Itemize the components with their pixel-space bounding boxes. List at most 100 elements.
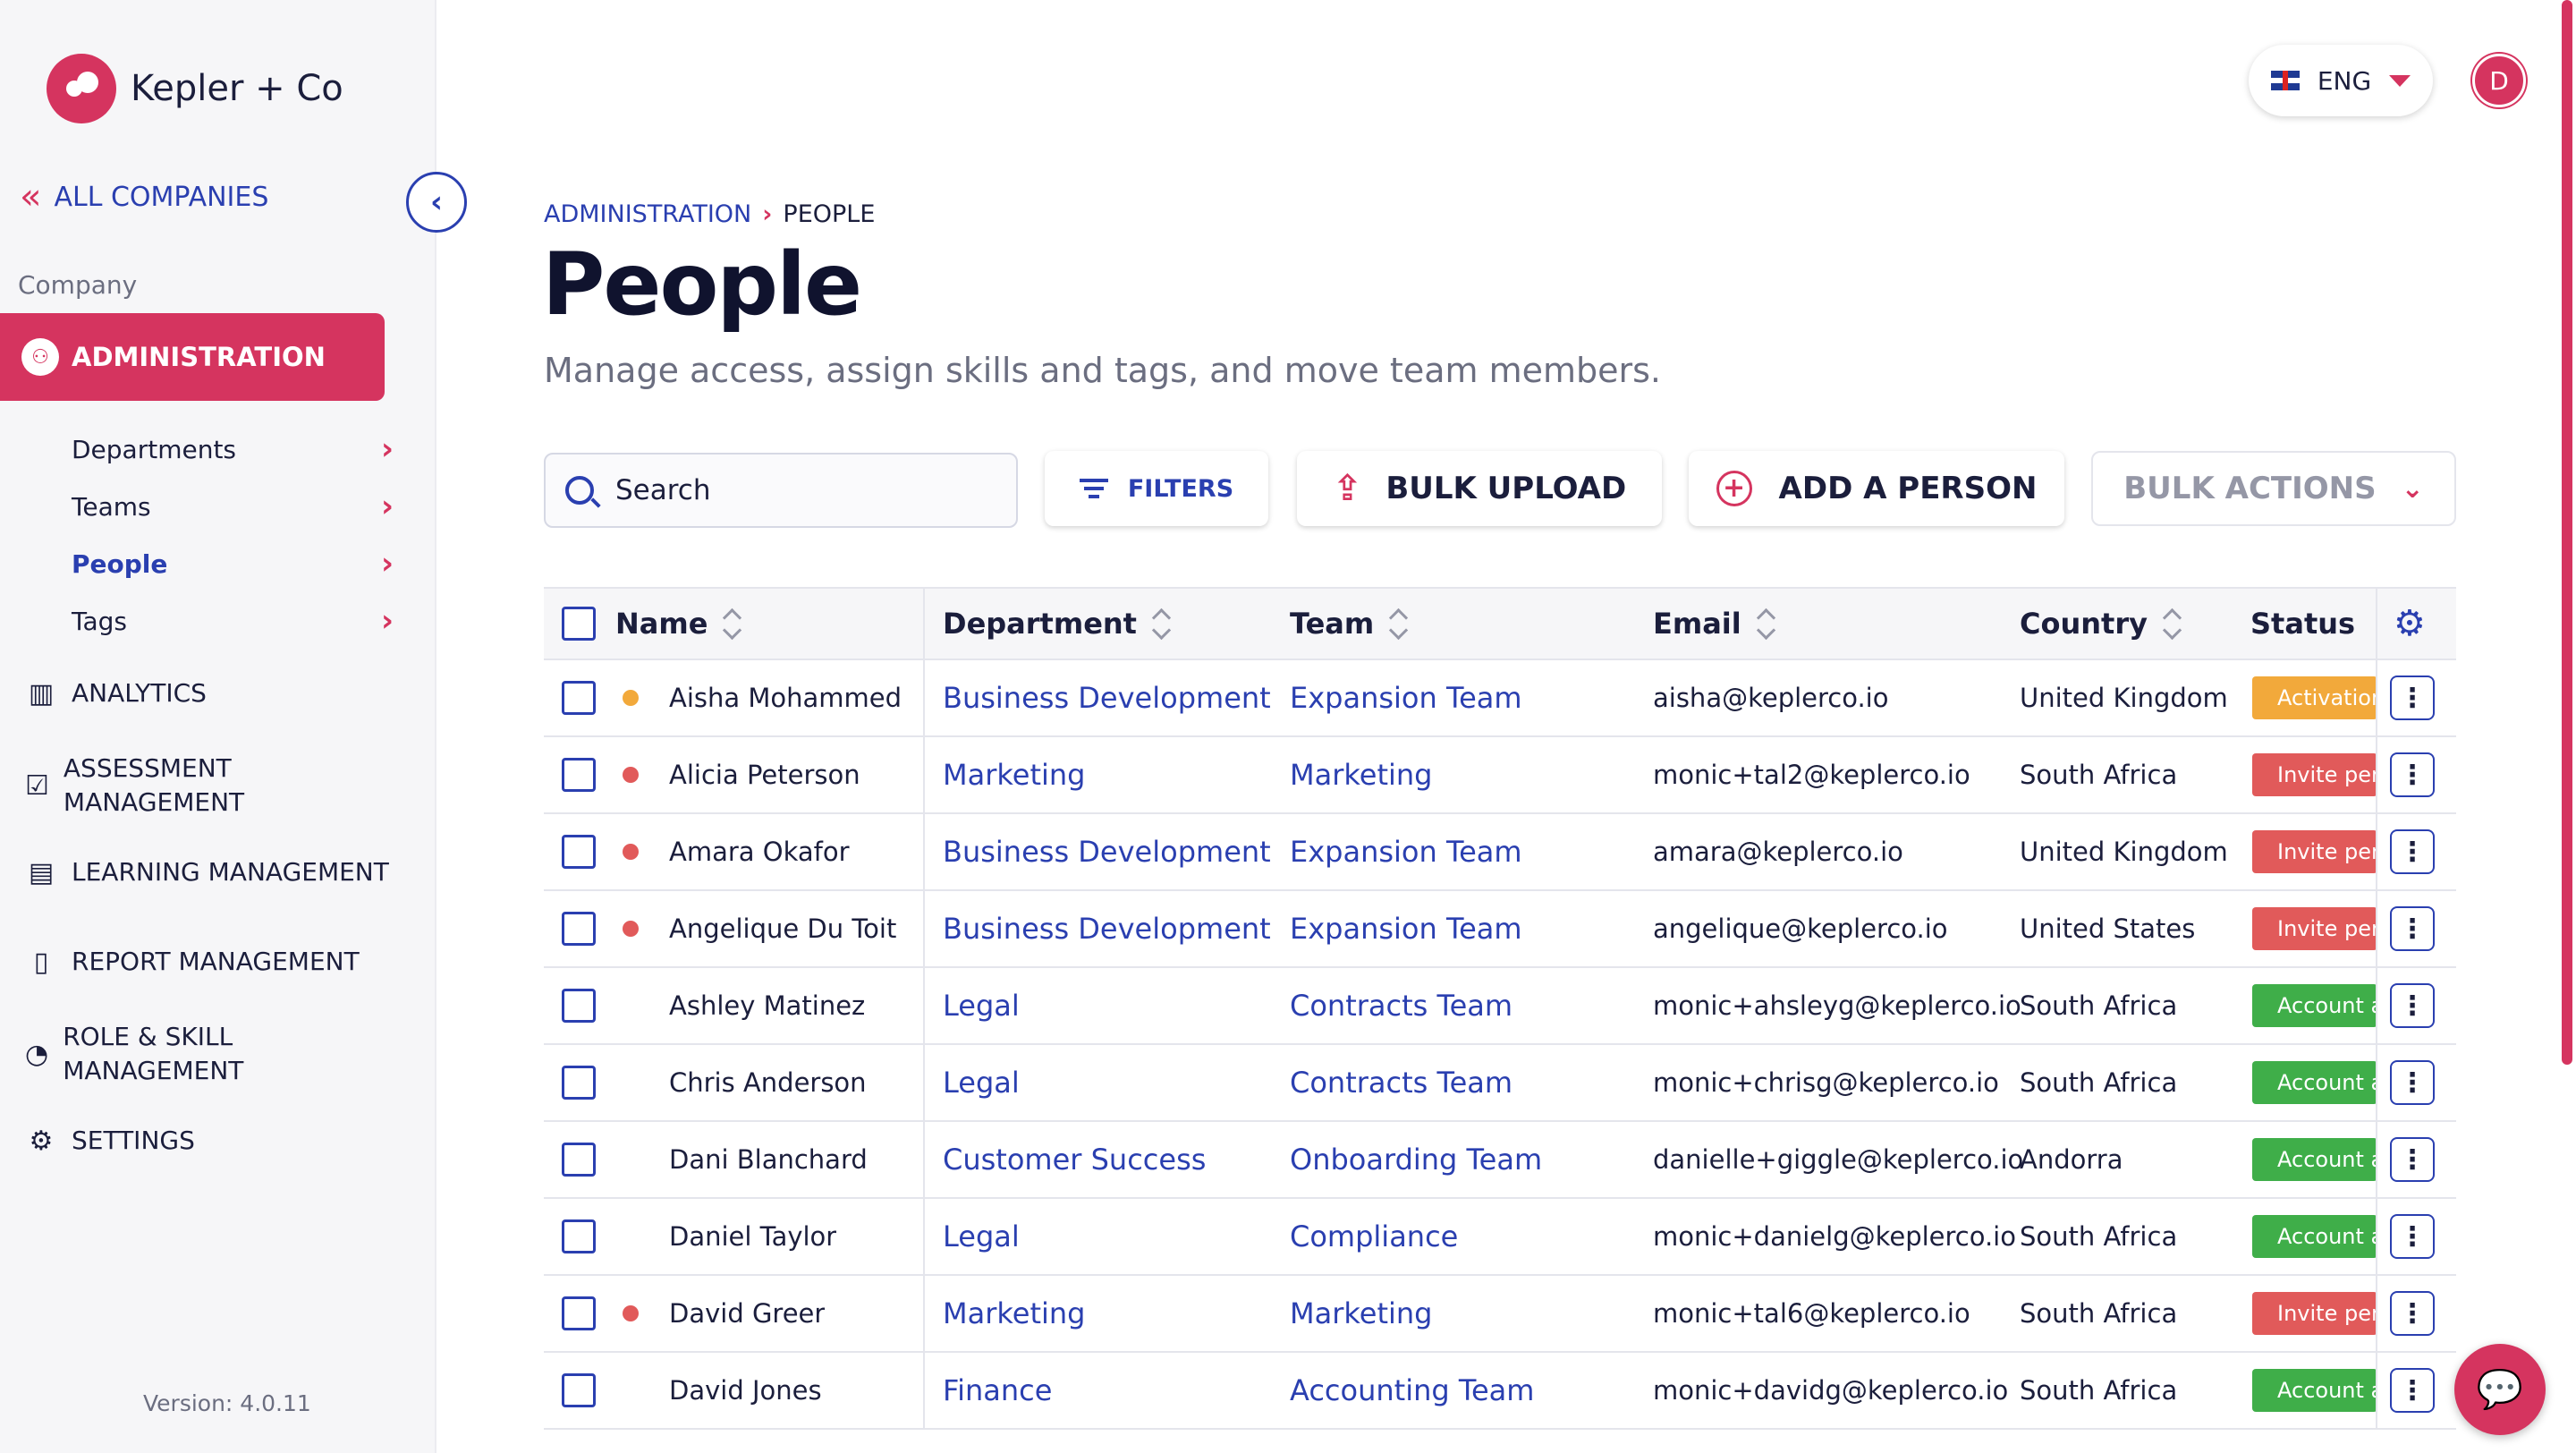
column-header-name[interactable]: Name: [615, 589, 741, 659]
column-header-department[interactable]: Department: [943, 589, 1171, 659]
row-checkbox[interactable]: [562, 1219, 596, 1253]
select-all-checkbox[interactable]: [562, 607, 596, 641]
row-checkbox[interactable]: [562, 1373, 596, 1407]
department-link[interactable]: Business Development: [943, 660, 1271, 735]
more-options-icon[interactable]: ⋮: [2390, 676, 2435, 720]
person-email: monic+davidg@keplerco.io: [1653, 1375, 2009, 1406]
row-checkbox[interactable]: [562, 835, 596, 869]
search-box[interactable]: [544, 453, 1018, 528]
learning-icon: ▤: [28, 856, 55, 888]
sidebar-item-learning-management[interactable]: ▤ LEARNING MANAGEMENT: [25, 855, 389, 889]
row-actions-cell: ⋮: [2390, 1045, 2435, 1120]
department-link[interactable]: Marketing: [943, 1276, 1085, 1351]
filters-button[interactable]: FILTERS: [1045, 451, 1268, 526]
sidebar-item-assessment-management[interactable]: ☑ ASSESSMENT MANAGEMENT: [25, 752, 258, 820]
company-logo[interactable]: Kepler + Co: [47, 54, 343, 123]
department-link[interactable]: Marketing: [943, 737, 1085, 812]
sidebar-subitem-teams[interactable]: Teams ›: [72, 489, 394, 524]
add-person-button[interactable]: + ADD A PERSON: [1689, 451, 2064, 526]
department-link[interactable]: Business Development: [943, 814, 1271, 889]
breadcrumb-administration[interactable]: ADMINISTRATION: [544, 200, 751, 228]
status-dot-cell: [623, 814, 639, 889]
status-badge: Account a: [2252, 1369, 2377, 1412]
row-checkbox[interactable]: [562, 1296, 596, 1330]
person-email: angelique@keplerco.io: [1653, 913, 1948, 944]
more-options-icon[interactable]: ⋮: [2390, 906, 2435, 951]
more-options-icon[interactable]: ⋮: [2390, 1214, 2435, 1259]
row-checkbox[interactable]: [562, 1066, 596, 1100]
department-link[interactable]: Business Development: [943, 891, 1271, 966]
sidebar-item-analytics[interactable]: ▥ ANALYTICS: [25, 676, 207, 710]
gear-icon: ⚙: [29, 1125, 54, 1157]
chat-button[interactable]: 💬: [2454, 1344, 2546, 1435]
team-link[interactable]: Contracts Team: [1290, 1045, 1513, 1120]
chevron-right-icon: ›: [380, 489, 394, 524]
table-row: Daniel Taylor Legal Compliance monic+daniel…: [544, 1199, 2456, 1276]
team-link[interactable]: Onboarding Team: [1290, 1122, 1542, 1197]
more-options-icon[interactable]: ⋮: [2390, 752, 2435, 797]
column-divider: [2376, 1353, 2377, 1428]
column-header-country[interactable]: Country: [2020, 589, 2182, 659]
sidebar-subitem-label: Departments: [72, 434, 237, 464]
team-link[interactable]: Expansion Team: [1290, 891, 1522, 966]
more-options-icon[interactable]: ⋮: [2390, 1291, 2435, 1336]
row-checkbox[interactable]: [562, 681, 596, 715]
sidebar-item-settings[interactable]: ⚙ SETTINGS: [25, 1124, 195, 1158]
column-divider: [923, 737, 925, 812]
language-selector[interactable]: ENG: [2249, 45, 2433, 116]
more-options-icon[interactable]: ⋮: [2390, 1137, 2435, 1182]
more-options-icon[interactable]: ⋮: [2390, 983, 2435, 1028]
sidebar-subitem-departments[interactable]: Departments ›: [72, 431, 394, 467]
row-checkbox[interactable]: [562, 1143, 596, 1177]
bulk-actions-dropdown[interactable]: BULK ACTIONS ⌄: [2091, 451, 2456, 526]
person-country: United Kingdom: [2020, 683, 2228, 713]
nav-label: ANALYTICS: [72, 678, 207, 708]
column-divider: [923, 891, 925, 966]
department-link[interactable]: Finance: [943, 1353, 1052, 1428]
team-link[interactable]: Expansion Team: [1290, 660, 1522, 735]
row-checkbox[interactable]: [562, 912, 596, 946]
page-scrollbar[interactable]: [2562, 0, 2572, 1065]
column-header-email[interactable]: Email: [1653, 589, 1775, 659]
sidebar-subitem-people[interactable]: People ›: [72, 546, 394, 582]
person-country: Andorra: [2020, 1144, 2123, 1175]
department-link[interactable]: Legal: [943, 1045, 1020, 1120]
team-link[interactable]: Marketing: [1290, 737, 1432, 812]
team-link[interactable]: Expansion Team: [1290, 814, 1522, 889]
row-checkbox[interactable]: [562, 758, 596, 792]
collapse-sidebar-button[interactable]: ‹: [406, 172, 467, 233]
column-label: Team: [1290, 607, 1375, 641]
sidebar-item-report-management[interactable]: ▯ REPORT MANAGEMENT: [25, 945, 360, 979]
sidebar-subitem-tags[interactable]: Tags ›: [72, 603, 394, 639]
row-actions-cell: ⋮: [2390, 737, 2435, 812]
all-companies-link[interactable]: « ALL COMPANIES: [20, 179, 268, 215]
bulk-upload-button[interactable]: ⇪ BULK UPLOAD: [1297, 451, 1662, 526]
status-dot: [623, 767, 639, 783]
gear-icon[interactable]: ⚙: [2394, 603, 2426, 644]
department-link[interactable]: Customer Success: [943, 1122, 1206, 1197]
more-options-icon[interactable]: ⋮: [2390, 1060, 2435, 1105]
team-link[interactable]: Compliance: [1290, 1199, 1458, 1274]
column-header-team[interactable]: Team: [1290, 589, 1408, 659]
search-input[interactable]: [615, 474, 991, 506]
person-name: Daniel Taylor: [669, 1221, 837, 1252]
team-link[interactable]: Marketing: [1290, 1276, 1432, 1351]
status-cell: Account a: [2252, 1122, 2377, 1197]
team-link[interactable]: Contracts Team: [1290, 968, 1513, 1043]
status-badge: Invite pen: [2252, 1292, 2377, 1335]
department-link[interactable]: Legal: [943, 968, 1020, 1043]
column-divider: [923, 1045, 925, 1120]
chat-bubble-icon: 💬: [2476, 1367, 2524, 1411]
more-options-icon[interactable]: ⋮: [2390, 1368, 2435, 1413]
row-checkbox[interactable]: [562, 989, 596, 1023]
column-divider: [2376, 1045, 2377, 1120]
status-dot-cell: [623, 891, 639, 966]
team-link[interactable]: Accounting Team: [1290, 1353, 1534, 1428]
user-avatar[interactable]: D: [2472, 54, 2526, 107]
sidebar-item-role-skill-management[interactable]: ◔ ROLE & SKILL MANAGEMENT: [25, 1020, 258, 1088]
sidebar-item-administration[interactable]: ⚇ ADMINISTRATION: [0, 313, 385, 401]
row-select-cell: [562, 968, 596, 1043]
filters-label: FILTERS: [1127, 474, 1234, 503]
department-link[interactable]: Legal: [943, 1199, 1020, 1274]
more-options-icon[interactable]: ⋮: [2390, 829, 2435, 874]
